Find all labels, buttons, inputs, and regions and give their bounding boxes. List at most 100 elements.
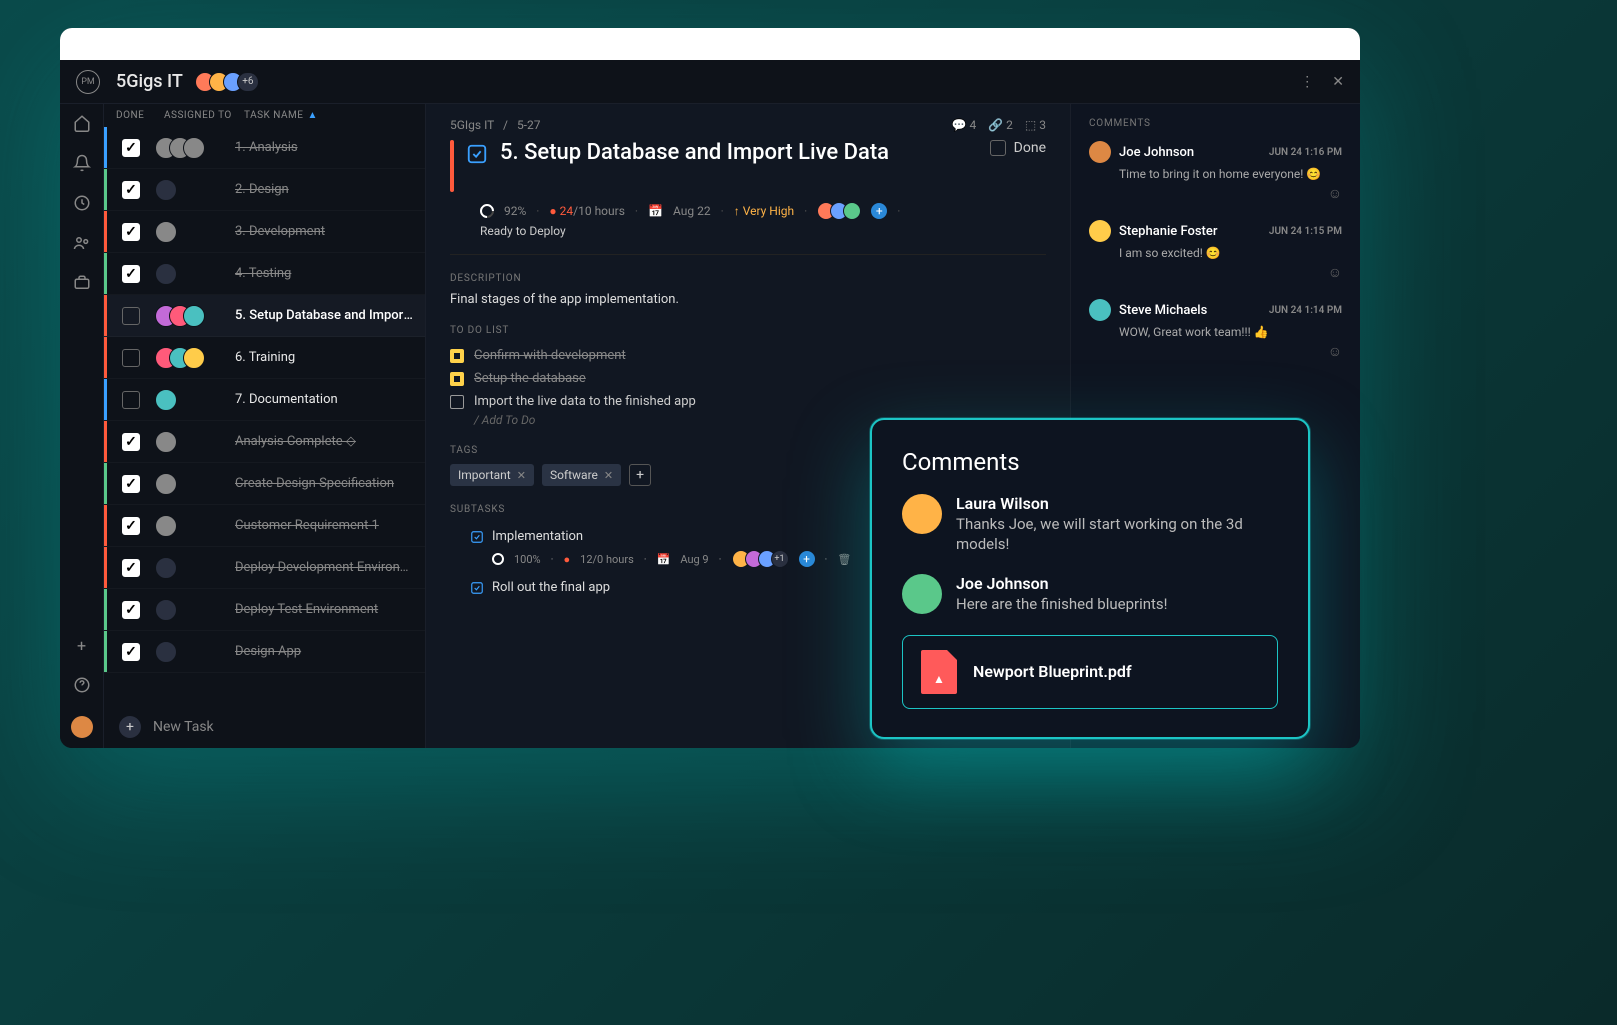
avatar[interactable]	[183, 305, 205, 327]
avatar[interactable]	[902, 494, 942, 534]
assignee-cell[interactable]	[155, 431, 235, 453]
remove-tag-icon[interactable]: ✕	[517, 469, 526, 482]
comment-author[interactable]: Joe Johnson	[956, 574, 1168, 593]
assignee-cell[interactable]	[155, 137, 235, 159]
done-checkbox[interactable]	[990, 140, 1006, 156]
avatar[interactable]	[183, 347, 205, 369]
task-checkbox[interactable]	[122, 643, 140, 661]
avatar[interactable]	[155, 473, 177, 495]
clock-icon[interactable]	[73, 194, 91, 212]
todo-item[interactable]: Setup the database	[450, 367, 1046, 390]
assignee-cell[interactable]	[155, 515, 235, 537]
avatar[interactable]	[155, 221, 177, 243]
task-name[interactable]: 3. Development	[235, 224, 413, 239]
column-header-name[interactable]: TASK NAME ▲	[244, 110, 413, 121]
avatar[interactable]	[1089, 141, 1111, 163]
todo-item[interactable]: Import the live data to the finished app	[450, 390, 1046, 413]
task-row[interactable]: Customer Requirement 1	[104, 505, 425, 547]
comment-author[interactable]: Stephanie Foster	[1119, 224, 1261, 239]
task-checkbox[interactable]	[122, 433, 140, 451]
assignee-cell[interactable]	[155, 599, 235, 621]
add-assignee-button[interactable]: +	[871, 203, 887, 219]
avatar[interactable]	[902, 574, 942, 614]
task-checkbox[interactable]	[122, 181, 140, 199]
add-tag-button[interactable]: +	[629, 464, 651, 486]
task-row[interactable]: 7. Documentation	[104, 379, 425, 421]
assignee-cell[interactable]	[155, 221, 235, 243]
done-toggle[interactable]: Done	[990, 140, 1046, 156]
attachment-card[interactable]: Newport Blueprint.pdf	[902, 635, 1278, 709]
new-task-row[interactable]: + New Task	[104, 706, 425, 748]
subtask-title[interactable]: Roll out the final app	[492, 580, 610, 595]
attachment-count[interactable]: 🔗 2	[988, 118, 1013, 132]
react-icon[interactable]: ☺	[1119, 264, 1342, 281]
task-name[interactable]: Deploy Test Environment	[235, 602, 413, 617]
avatar-overflow-count[interactable]: +6	[237, 72, 259, 92]
task-title[interactable]: 5. Setup Database and Import Live Data	[500, 140, 978, 165]
task-row[interactable]: 2. Design	[104, 169, 425, 211]
todo-checkbox[interactable]	[450, 349, 464, 363]
task-row[interactable]: Design App	[104, 631, 425, 673]
comment-author[interactable]: Steve Michaels	[1119, 303, 1261, 318]
task-description[interactable]: Final stages of the app implementation.	[450, 292, 1046, 307]
tag-chip[interactable]: Software✕	[542, 464, 621, 486]
column-header-done[interactable]: DONE	[116, 110, 164, 121]
comment-count[interactable]: 💬 4	[952, 118, 977, 132]
task-row[interactable]: Deploy Test Environment	[104, 589, 425, 631]
task-name[interactable]: 6. Training	[235, 350, 413, 365]
assignee-cell[interactable]	[155, 641, 235, 663]
priority-badge[interactable]: ↑ Very High	[734, 204, 794, 218]
logo-icon[interactable]: PM	[76, 70, 100, 94]
avatar[interactable]	[155, 431, 177, 453]
briefcase-icon[interactable]	[73, 274, 91, 292]
assignee-cell[interactable]	[155, 305, 235, 327]
task-row[interactable]: 4. Testing	[104, 253, 425, 295]
task-name[interactable]: 5. Setup Database and Import Live Data	[235, 308, 413, 323]
add-task-icon[interactable]: +	[119, 716, 141, 738]
close-icon[interactable]: ✕	[1332, 74, 1344, 90]
react-icon[interactable]: ☺	[1119, 343, 1342, 360]
assignee-cell[interactable]	[155, 263, 235, 285]
task-checkbox[interactable]	[122, 265, 140, 283]
subtask-count[interactable]: ⬚ 3	[1025, 118, 1046, 132]
avatar-overflow[interactable]: +1	[771, 550, 789, 568]
add-icon[interactable]: +	[73, 636, 91, 654]
task-checkbox[interactable]	[122, 307, 140, 325]
comment-author[interactable]: Laura Wilson	[956, 494, 1278, 513]
add-assignee-button[interactable]: +	[799, 551, 815, 567]
assignee-cell[interactable]	[155, 473, 235, 495]
task-name[interactable]: Analysis Complete ◇	[235, 434, 413, 449]
task-name[interactable]: Design App	[235, 644, 413, 659]
task-name[interactable]: 2. Design	[235, 182, 413, 197]
due-date[interactable]: Aug 22	[673, 204, 711, 218]
avatar[interactable]	[843, 202, 861, 220]
task-checkbox[interactable]	[122, 223, 140, 241]
current-user-avatar[interactable]	[71, 716, 93, 738]
react-icon[interactable]: ☺	[1119, 185, 1342, 202]
task-name[interactable]: 4. Testing	[235, 266, 413, 281]
breadcrumb-id[interactable]: 5-27	[517, 118, 541, 132]
task-checkbox[interactable]	[122, 349, 140, 367]
hours-logged[interactable]: ● 24/10 hours	[549, 204, 624, 218]
help-icon[interactable]	[73, 676, 91, 694]
task-checkbox[interactable]	[122, 517, 140, 535]
task-name[interactable]: 1. Analysis	[235, 140, 413, 155]
todo-item[interactable]: Confirm with development	[450, 344, 1046, 367]
task-row[interactable]: 1. Analysis	[104, 127, 425, 169]
avatar[interactable]	[1089, 299, 1111, 321]
task-name[interactable]: 7. Documentation	[235, 392, 413, 407]
task-checkbox[interactable]	[122, 559, 140, 577]
assignee-cell[interactable]	[155, 557, 235, 579]
tag-chip[interactable]: Important✕	[450, 464, 534, 486]
todo-checkbox[interactable]	[450, 372, 464, 386]
avatar[interactable]	[1089, 220, 1111, 242]
project-avatar-stack[interactable]: +6	[195, 72, 259, 92]
home-icon[interactable]	[73, 114, 91, 132]
avatar[interactable]	[183, 137, 205, 159]
assignee-cell[interactable]	[155, 389, 235, 411]
column-header-assigned[interactable]: ASSIGNED TO	[164, 110, 244, 121]
task-checkbox[interactable]	[122, 601, 140, 619]
comment-author[interactable]: Joe Johnson	[1119, 145, 1261, 160]
task-name[interactable]: Deploy Development Environment	[235, 560, 413, 575]
task-row[interactable]: 5. Setup Database and Import Live Data	[104, 295, 425, 337]
